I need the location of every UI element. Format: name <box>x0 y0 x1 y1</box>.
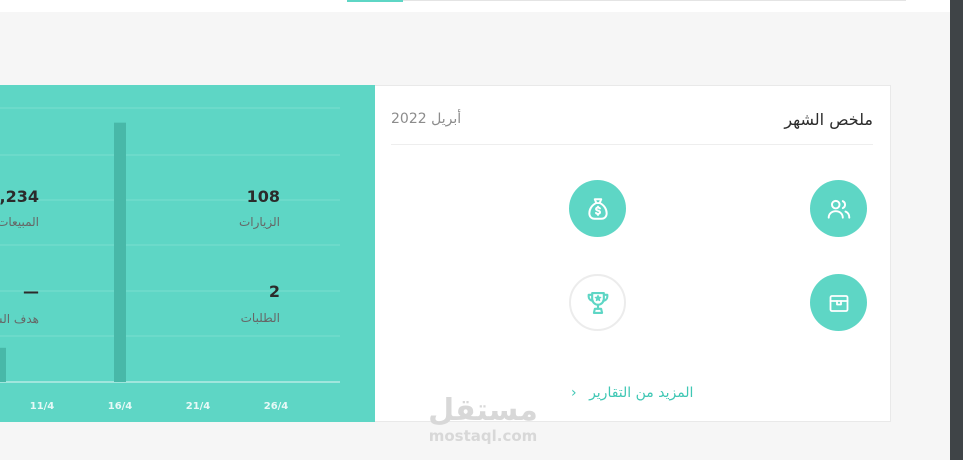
stat-goal-label[interactable]: هدف الشهر ‹ <box>0 311 39 327</box>
top-divider <box>403 0 906 1</box>
chart-bar[interactable] <box>114 122 126 383</box>
money-bag-icon <box>569 180 626 237</box>
x-tick-label: 16/4 <box>108 401 133 412</box>
stat-goal-value: — <box>23 282 39 301</box>
stat-sales-label: المبيعات <box>0 215 39 229</box>
card-title: ملخص الشهر <box>784 110 873 129</box>
users-icon <box>810 180 867 237</box>
chart-bar[interactable] <box>0 347 6 382</box>
x-tick-label: 21/4 <box>186 401 211 412</box>
x-tick-label: 11/4 <box>30 401 55 412</box>
stat-visits-value: 108 <box>246 187 280 206</box>
chevron-left-icon: ‹ <box>571 385 577 401</box>
box-icon <box>810 274 867 331</box>
monthly-summary-card: ملخص الشهر أبريل 2022 108 الزيارات 1,234… <box>0 85 891 422</box>
stat-orders-value: 2 <box>268 282 280 301</box>
more-reports-link[interactable]: المزيد من التقارير ‹ <box>571 385 693 401</box>
watermark-arabic: مستقل <box>428 393 538 428</box>
active-tab-indicator[interactable] <box>347 0 403 2</box>
sales-chart: 11/4 16/4 21/4 26/4 <box>0 107 340 412</box>
watermark: مستقل mostaql.com <box>423 393 543 445</box>
stat-visits-label: الزيارات <box>238 215 280 229</box>
watermark-url: mostaql.com <box>428 427 538 445</box>
top-bar <box>0 0 950 12</box>
x-tick-label: 26/4 <box>264 401 289 412</box>
stat-sales-value: 1,234 <box>0 187 39 206</box>
chart-panel: 11/4 16/4 21/4 26/4 <box>0 85 375 422</box>
card-date: أبريل 2022 <box>391 111 462 127</box>
trophy-icon <box>569 274 626 331</box>
stat-orders-label: الطلبات <box>240 311 280 325</box>
card-divider <box>391 144 873 145</box>
window-edge <box>950 0 963 460</box>
more-reports-label: المزيد من التقارير <box>589 385 694 401</box>
stat-goal-label-text: هدف الشهر <box>0 312 39 326</box>
